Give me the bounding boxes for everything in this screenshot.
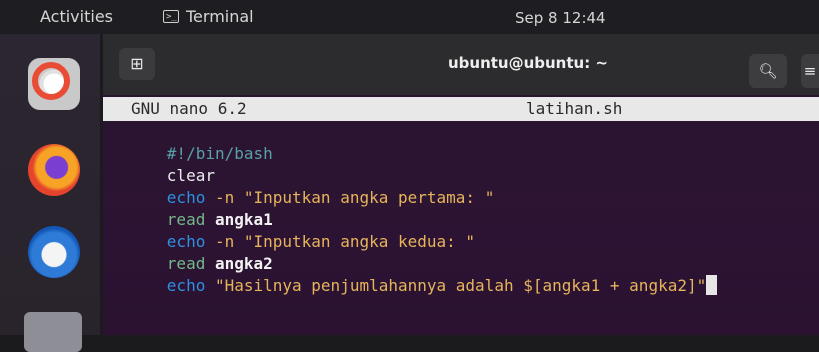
- new-tab-button[interactable]: ⊞: [119, 48, 155, 80]
- files-icon[interactable]: [24, 312, 82, 352]
- hamburger-icon: ≡: [803, 62, 817, 80]
- keyword-echo: echo: [166, 276, 206, 295]
- search-icon: 🔍︎: [758, 62, 778, 80]
- nano-version: GNU nano 6.2: [131, 99, 247, 118]
- terminal-window: ⊞ ubuntu@ubuntu: ~ 🔍︎ ≡ GNU nano 6.2 lat…: [103, 34, 819, 335]
- help-icon[interactable]: [28, 58, 80, 110]
- top-bar: Activities >_ Terminal Sep 8 12:44: [0, 0, 819, 34]
- dock: [0, 34, 100, 352]
- lifebuoy-ring: [32, 62, 70, 100]
- app-menu-label: Terminal: [186, 7, 254, 26]
- nano-titlebar: GNU nano 6.2 latihan.sh: [103, 97, 819, 121]
- nano-filename: latihan.sh: [526, 99, 623, 118]
- terminal-content[interactable]: GNU nano 6.2 latihan.sh #!/bin/bash clea…: [103, 95, 819, 335]
- firefox-icon[interactable]: [28, 144, 80, 196]
- string-literal: "Hasilnya penjumlahannya adalah $[angka1…: [205, 276, 707, 295]
- terminal-icon: >_: [163, 10, 179, 23]
- string-literal: "Inputkan angka pertama: ": [234, 188, 495, 207]
- search-button[interactable]: 🔍︎: [749, 54, 787, 88]
- window-title: ubuntu@ubuntu: ~: [447, 54, 609, 72]
- terminal-headerbar: ⊞ ubuntu@ubuntu: ~ 🔍︎ ≡: [103, 34, 819, 95]
- clock[interactable]: Sep 8 12:44: [515, 9, 606, 27]
- code-line-7[interactable]: echo "Hasilnya penjumlahannya adalah $[a…: [109, 253, 718, 319]
- activities-button[interactable]: Activities: [40, 7, 113, 26]
- thunderbird-icon[interactable]: [28, 226, 80, 278]
- menu-button[interactable]: ≡: [801, 54, 819, 88]
- new-tab-icon: ⊞: [130, 54, 144, 73]
- app-menu[interactable]: >_ Terminal: [163, 7, 254, 26]
- text-cursor: [706, 275, 718, 295]
